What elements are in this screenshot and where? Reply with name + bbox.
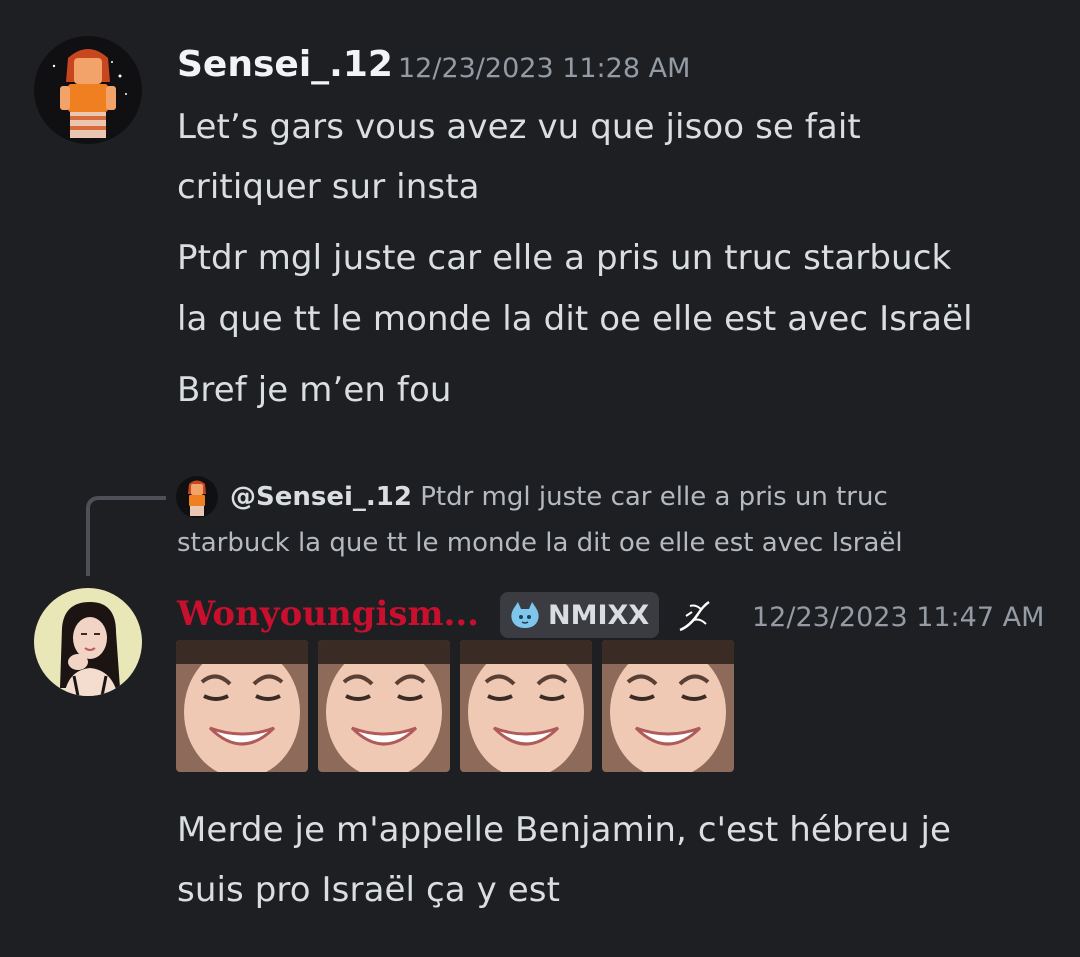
decoration-icon: [679, 600, 710, 632]
emoji-face: [460, 640, 592, 772]
crying-smile-emoji[interactable]: [176, 640, 308, 772]
emoji-face: [318, 640, 450, 772]
message-text: Ptdr mgl juste car elle a pris un truc s…: [177, 238, 952, 278]
reply-avatar[interactable]: [176, 476, 218, 518]
crying-smile-emoji[interactable]: [460, 640, 592, 772]
reply-mention[interactable]: @Sensei_.12: [230, 482, 412, 512]
crying-smile-emoji[interactable]: [602, 640, 734, 772]
reply-text: Ptdr mgl juste car elle a pris un truc: [420, 482, 888, 512]
server-tag[interactable]: NMIXX: [500, 592, 660, 638]
username-wonyoungism[interactable]: Wonyoungism...: [177, 594, 479, 634]
message-text: critiquer sur insta: [177, 167, 480, 207]
tag-label: NMIXX: [548, 599, 650, 631]
message-text: Bref je m’en fou: [177, 370, 452, 410]
crying-smile-emoji[interactable]: [318, 640, 450, 772]
message-text: suis pro Israël ça y est: [177, 870, 561, 910]
message-text: Merde je m'appelle Benjamin, c'est hébre…: [177, 810, 952, 850]
timestamp: 12/23/2023 11:28 AM: [398, 53, 691, 84]
message-text: la que tt le monde la dit oe elle est av…: [177, 299, 973, 339]
emoji-face: [176, 640, 308, 772]
username-sensei[interactable]: Sensei_.12: [177, 44, 393, 85]
avatar-wonyoungism[interactable]: [34, 588, 142, 696]
roblox-avatar-icon: [34, 36, 142, 144]
emoji-face: [602, 640, 734, 772]
roblox-avatar-icon: [176, 476, 218, 518]
reply-connector: [86, 496, 166, 576]
reply-text: starbuck la que tt le monde la dit oe el…: [177, 528, 903, 558]
profile-photo-icon: [34, 588, 142, 696]
reply-preview[interactable]: @Sensei_.12 Ptdr mgl juste car elle a pr…: [230, 482, 888, 512]
avatar-sensei[interactable]: [34, 36, 142, 144]
cat-paw-icon: [511, 602, 539, 628]
timestamp: 12/23/2023 11:47 AM: [752, 602, 1045, 633]
message-text: Let’s gars vous avez vu que jisoo se fai…: [177, 107, 861, 147]
